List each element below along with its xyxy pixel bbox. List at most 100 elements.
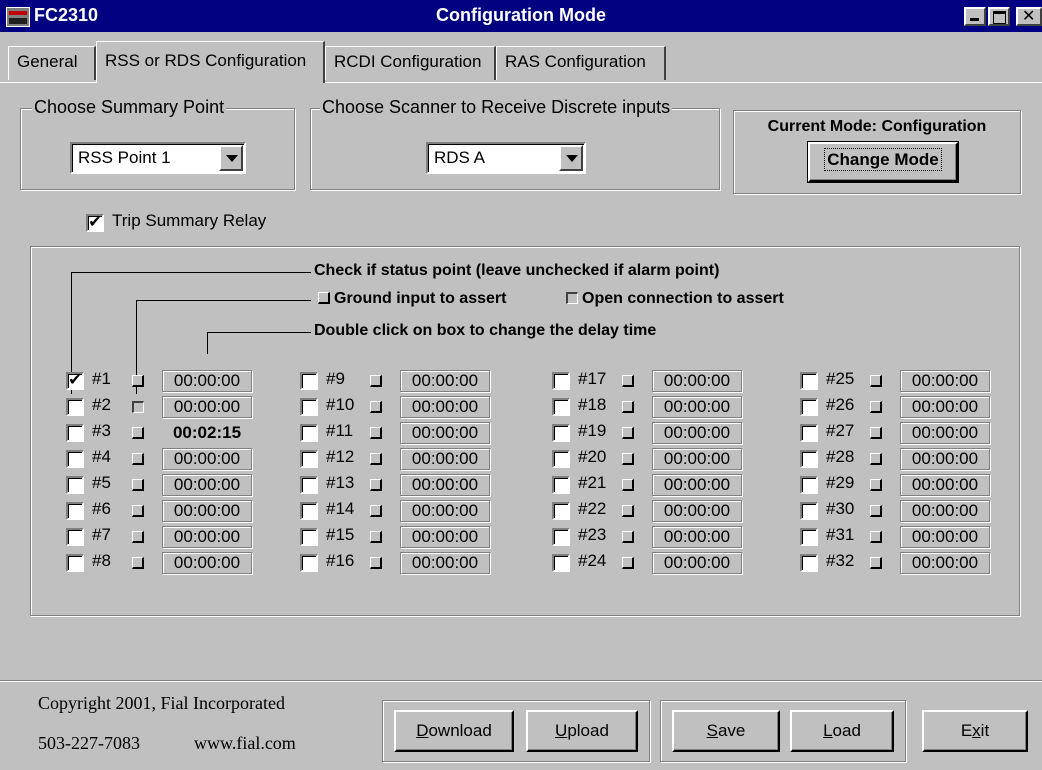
assert-mode-toggle[interactable] xyxy=(132,479,144,491)
assert-mode-toggle[interactable] xyxy=(870,453,882,465)
delay-time-box[interactable]: 00:00:00 xyxy=(400,526,490,548)
delay-time-box[interactable]: 00:00:00 xyxy=(400,500,490,522)
assert-mode-toggle[interactable] xyxy=(132,375,144,387)
download-button[interactable]: Download xyxy=(394,710,514,752)
assert-mode-toggle[interactable] xyxy=(870,505,882,517)
status-checkbox[interactable] xyxy=(300,450,318,468)
tab-general[interactable]: General xyxy=(8,46,96,80)
assert-mode-toggle[interactable] xyxy=(370,479,382,491)
assert-mode-toggle[interactable] xyxy=(622,375,634,387)
status-checkbox[interactable] xyxy=(552,554,570,572)
assert-mode-toggle[interactable] xyxy=(622,427,634,439)
status-checkbox[interactable] xyxy=(800,372,818,390)
delay-time-box[interactable]: 00:00:00 xyxy=(900,422,990,444)
status-checkbox[interactable] xyxy=(66,476,84,494)
status-checkbox[interactable] xyxy=(300,398,318,416)
delay-time-box[interactable]: 00:00:00 xyxy=(900,448,990,470)
assert-mode-toggle[interactable] xyxy=(870,557,882,569)
assert-mode-toggle[interactable] xyxy=(132,427,144,439)
chevron-down-icon[interactable] xyxy=(219,145,243,171)
delay-time-box[interactable]: 00:00:00 xyxy=(400,422,490,444)
assert-mode-toggle[interactable] xyxy=(870,531,882,543)
summary-point-select[interactable]: RSS Point 1 xyxy=(70,142,246,174)
save-button[interactable]: Save xyxy=(672,710,780,752)
assert-mode-toggle[interactable] xyxy=(132,531,144,543)
delay-time-box[interactable]: 00:00:00 xyxy=(162,370,252,392)
delay-time-box[interactable]: 00:00:00 xyxy=(400,370,490,392)
status-checkbox[interactable] xyxy=(552,502,570,520)
status-checkbox[interactable] xyxy=(800,476,818,494)
delay-time-box[interactable]: 00:00:00 xyxy=(400,448,490,470)
delay-time-box[interactable]: 00:00:00 xyxy=(652,396,742,418)
delay-time-box[interactable]: 00:00:00 xyxy=(400,474,490,496)
status-checkbox[interactable] xyxy=(300,476,318,494)
website-link[interactable]: www.fial.com xyxy=(194,733,296,754)
assert-mode-toggle[interactable] xyxy=(870,401,882,413)
delay-time-box[interactable]: 00:00:00 xyxy=(652,474,742,496)
upload-button[interactable]: Upload xyxy=(526,710,638,752)
status-checkbox[interactable] xyxy=(552,528,570,546)
assert-mode-toggle[interactable] xyxy=(622,453,634,465)
status-checkbox[interactable] xyxy=(300,502,318,520)
delay-time-box[interactable]: 00:00:00 xyxy=(652,448,742,470)
status-checkbox[interactable] xyxy=(66,502,84,520)
assert-mode-toggle[interactable] xyxy=(370,505,382,517)
delay-time-box[interactable]: 00:00:00 xyxy=(900,500,990,522)
chevron-down-icon[interactable] xyxy=(559,145,583,171)
delay-time-box[interactable]: 00:00:00 xyxy=(162,474,252,496)
status-checkbox[interactable] xyxy=(800,554,818,572)
status-checkbox[interactable] xyxy=(552,372,570,390)
delay-time-box[interactable]: 00:00:00 xyxy=(400,552,490,574)
status-checkbox[interactable] xyxy=(300,372,318,390)
status-checkbox[interactable] xyxy=(800,502,818,520)
assert-mode-toggle[interactable] xyxy=(622,479,634,491)
exit-button[interactable]: Exit xyxy=(922,710,1028,752)
assert-mode-toggle[interactable] xyxy=(370,375,382,387)
maximize-icon[interactable] xyxy=(988,7,1010,26)
delay-time-box[interactable]: 00:00:00 xyxy=(900,526,990,548)
assert-mode-toggle[interactable] xyxy=(870,479,882,491)
delay-time-box[interactable]: 00:00:00 xyxy=(652,422,742,444)
delay-time-box[interactable]: 00:00:00 xyxy=(162,552,252,574)
assert-mode-toggle[interactable] xyxy=(132,505,144,517)
status-checkbox[interactable] xyxy=(800,450,818,468)
status-checkbox[interactable] xyxy=(552,424,570,442)
assert-mode-toggle[interactable] xyxy=(132,557,144,569)
status-checkbox[interactable] xyxy=(300,424,318,442)
status-checkbox[interactable] xyxy=(300,554,318,572)
change-mode-button[interactable]: Change Mode xyxy=(807,141,959,183)
tab-ras-configuration[interactable]: RAS Configuration xyxy=(496,46,666,80)
assert-mode-toggle[interactable] xyxy=(870,427,882,439)
status-checkbox[interactable] xyxy=(800,398,818,416)
status-checkbox[interactable] xyxy=(66,554,84,572)
tab-rss-rds-configuration[interactable]: RSS or RDS Configuration xyxy=(96,41,325,83)
assert-mode-toggle[interactable] xyxy=(370,557,382,569)
delay-time-box[interactable]: 00:00:00 xyxy=(162,526,252,548)
load-button[interactable]: Load xyxy=(790,710,894,752)
tab-rcdi-configuration[interactable]: RCDI Configuration xyxy=(325,46,496,80)
assert-mode-toggle[interactable] xyxy=(622,401,634,413)
delay-time-box[interactable]: 00:00:00 xyxy=(162,500,252,522)
assert-mode-toggle[interactable] xyxy=(132,453,144,465)
status-checkbox[interactable] xyxy=(800,424,818,442)
scanner-select[interactable]: RDS A xyxy=(426,142,586,174)
assert-mode-toggle[interactable] xyxy=(370,453,382,465)
delay-time-box[interactable]: 00:00:00 xyxy=(900,396,990,418)
delay-time-box[interactable]: 00:00:00 xyxy=(652,370,742,392)
trip-summary-relay-checkbox[interactable]: ✔ xyxy=(86,214,104,232)
assert-mode-toggle[interactable] xyxy=(132,401,144,413)
status-checkbox[interactable] xyxy=(552,450,570,468)
assert-mode-toggle[interactable] xyxy=(370,427,382,439)
assert-mode-toggle[interactable] xyxy=(870,375,882,387)
delay-time-box[interactable]: 00:02:15 xyxy=(162,422,252,444)
assert-mode-toggle[interactable] xyxy=(370,401,382,413)
assert-mode-toggle[interactable] xyxy=(370,531,382,543)
assert-mode-toggle[interactable] xyxy=(622,505,634,517)
status-checkbox[interactable] xyxy=(300,528,318,546)
delay-time-box[interactable]: 00:00:00 xyxy=(900,552,990,574)
delay-time-box[interactable]: 00:00:00 xyxy=(900,370,990,392)
app-icon[interactable] xyxy=(6,7,30,27)
delay-time-box[interactable]: 00:00:00 xyxy=(652,552,742,574)
delay-time-box[interactable]: 00:00:00 xyxy=(900,474,990,496)
status-checkbox[interactable] xyxy=(66,398,84,416)
